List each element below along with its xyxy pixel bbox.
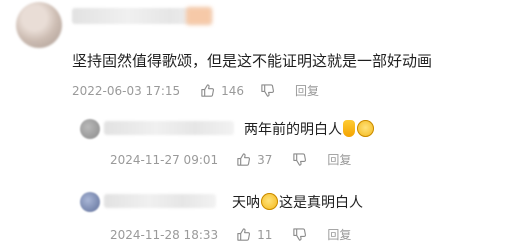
dislike-icon[interactable] bbox=[292, 152, 307, 167]
commenter-avatar[interactable] bbox=[16, 2, 62, 48]
like-icon[interactable] bbox=[236, 227, 251, 242]
reply-avatar[interactable] bbox=[80, 119, 100, 139]
reply-text-tail: 这是真明白人 bbox=[279, 195, 363, 211]
reply-meta: 2024-11-28 18:33 11 回复 bbox=[110, 226, 351, 243]
reply-timestamp: 2024-11-28 18:33 bbox=[110, 227, 219, 242]
reply-text-main: 两年前的明白人 bbox=[244, 122, 342, 138]
dislike-icon[interactable] bbox=[260, 83, 275, 98]
comment-timestamp: 2022-06-03 17:15 bbox=[72, 83, 181, 98]
comment-text: 坚持固然值得歌颂，但是这不能证明这就是一部好动画 bbox=[72, 52, 433, 70]
like-icon[interactable] bbox=[236, 152, 251, 167]
reply-timestamp: 2024-11-27 09:01 bbox=[110, 152, 219, 167]
reply-name-blurred[interactable] bbox=[104, 194, 216, 208]
reply-text-main: 天呐 bbox=[232, 195, 260, 211]
reply-button[interactable]: 回复 bbox=[327, 226, 351, 243]
dumbfounded-emoji bbox=[357, 120, 374, 137]
like-count: 37 bbox=[257, 152, 273, 167]
reply-text: 天呐 这是真明白人 bbox=[232, 192, 363, 212]
reply-button[interactable]: 回复 bbox=[295, 82, 319, 99]
commenter-badge-blurred bbox=[186, 7, 212, 25]
reply-text: 两年前的明白人 bbox=[244, 119, 375, 139]
like-count: 146 bbox=[221, 83, 245, 98]
like-icon[interactable] bbox=[200, 83, 215, 98]
like-count: 11 bbox=[257, 227, 273, 242]
facepalm-emoji bbox=[261, 193, 278, 210]
reply-avatar[interactable] bbox=[80, 192, 100, 212]
thumbs-up-emoji bbox=[343, 120, 355, 137]
dislike-icon[interactable] bbox=[292, 227, 307, 242]
comment-meta: 2022-06-03 17:15 146 回复 bbox=[72, 82, 319, 99]
reply-meta: 2024-11-27 09:01 37 回复 bbox=[110, 151, 351, 168]
reply-button[interactable]: 回复 bbox=[327, 151, 351, 168]
reply-name-blurred[interactable] bbox=[104, 121, 234, 135]
